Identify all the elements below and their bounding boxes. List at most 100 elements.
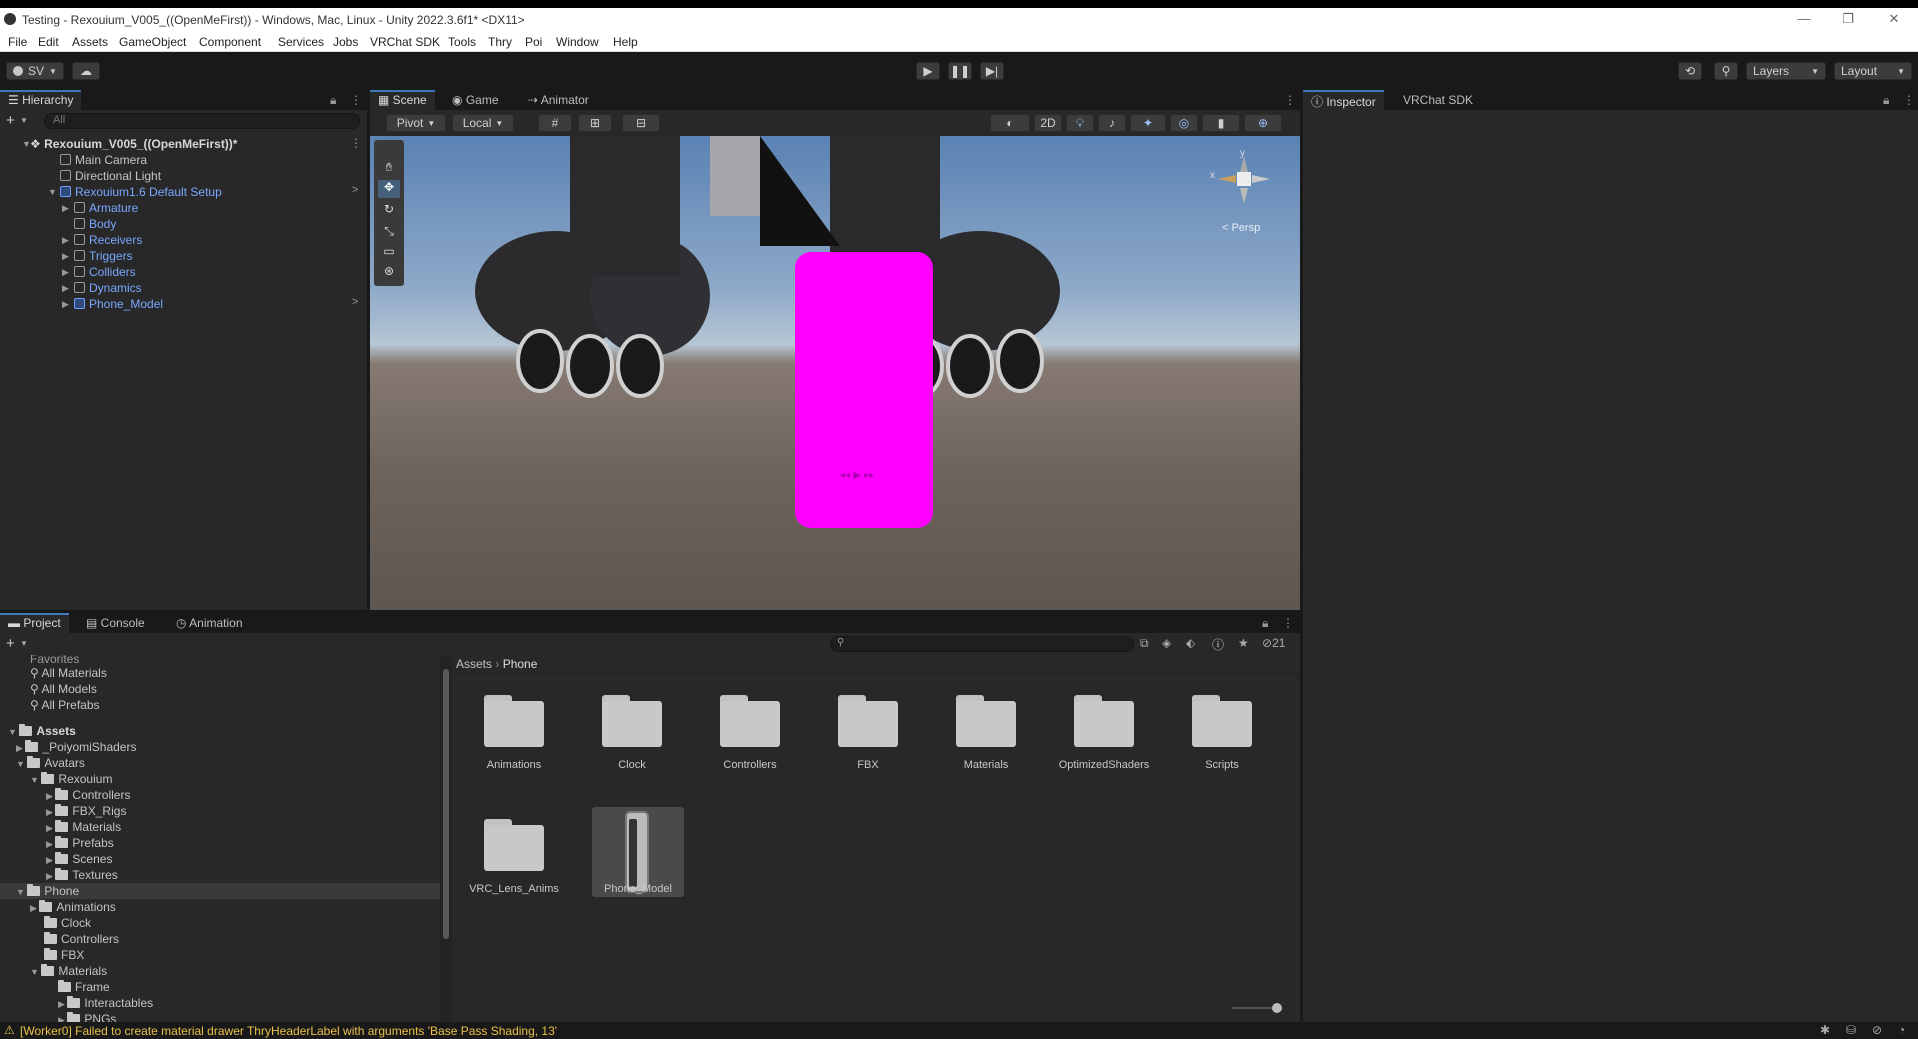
hierarchy-item[interactable]: ▶ Armature: [62, 200, 138, 216]
tab-game[interactable]: ◉ Game: [444, 90, 507, 110]
toggle-2d-button[interactable]: 2D: [1034, 114, 1062, 132]
project-search-input[interactable]: ⚲: [830, 636, 1134, 652]
history-button[interactable]: ⟲: [1678, 62, 1702, 80]
debug-icon[interactable]: ✱: [1820, 1023, 1830, 1037]
expand-arrow-icon[interactable]: ▼: [30, 775, 41, 785]
status-message[interactable]: [Worker0] Failed to create material draw…: [20, 1024, 557, 1038]
tree-item[interactable]: Clock: [44, 915, 91, 931]
tree-scrollbar-thumb[interactable]: [443, 669, 449, 939]
expand-arrow-icon[interactable]: ▼: [22, 136, 31, 152]
expand-arrow-icon[interactable]: ▼: [48, 184, 57, 200]
asset-label[interactable]: FBX: [818, 759, 918, 771]
hierarchy-item[interactable]: ▶ Colliders: [62, 264, 136, 280]
menu-window[interactable]: Window: [556, 35, 599, 49]
menu-services[interactable]: Services: [278, 35, 324, 49]
icon-size-slider-thumb[interactable]: [1272, 1003, 1282, 1013]
pivot-dropdown[interactable]: Pivot ▼: [386, 114, 446, 132]
lock-icon[interactable]: 🔒︎: [1883, 93, 1889, 108]
hierarchy-search-input[interactable]: All: [44, 113, 360, 129]
tree-item[interactable]: Frame: [58, 979, 110, 995]
tab-inspector[interactable]: ⓘ Inspector: [1303, 90, 1384, 110]
step-button[interactable]: ▶|: [980, 62, 1004, 80]
expand-arrow-icon[interactable]: ▶: [46, 791, 55, 801]
layers-dropdown[interactable]: Layers ▼: [1746, 62, 1826, 80]
menu-edit[interactable]: Edit: [38, 35, 59, 49]
rect-tool-icon[interactable]: ▭: [378, 244, 400, 262]
maximize-button[interactable]: ❐: [1828, 11, 1868, 29]
tree-item[interactable]: ▼ Avatars: [16, 755, 85, 771]
expand-arrow-icon[interactable]: ▶: [58, 999, 67, 1009]
menu-component[interactable]: Component: [199, 35, 261, 49]
tab-animator[interactable]: ⇢ Animator: [520, 90, 597, 110]
asset-label[interactable]: OptimizedShaders: [1054, 759, 1154, 771]
expand-arrow-icon[interactable]: ▶: [30, 903, 39, 913]
menu-poi[interactable]: Poi: [525, 35, 542, 49]
tree-item[interactable]: ▶ _PoiyomiShaders: [16, 739, 136, 755]
menu-gameobject[interactable]: GameObject: [119, 35, 186, 49]
tree-item[interactable]: ▶ PNGs: [58, 1011, 116, 1022]
visibility-toggle[interactable]: ◎: [1170, 114, 1198, 132]
network-icon[interactable]: ⊘: [1872, 1023, 1882, 1037]
effects-dropdown[interactable]: ✦: [1130, 114, 1166, 132]
hierarchy-item[interactable]: ▶ Receivers: [62, 232, 142, 248]
asset-label[interactable]: Phone_Model: [588, 883, 688, 895]
more-options-icon[interactable]: ⋮: [1903, 93, 1915, 107]
scale-tool-icon[interactable]: ⤡: [378, 224, 400, 242]
folder-icon[interactable]: [1074, 695, 1134, 747]
menu-assets[interactable]: Assets: [72, 35, 108, 49]
expand-arrow-icon[interactable]: ▼: [16, 759, 27, 769]
tree-item[interactable]: ▶ Textures: [46, 867, 118, 883]
expand-arrow-icon[interactable]: ▶: [46, 823, 55, 833]
asset-label[interactable]: Materials: [936, 759, 1036, 771]
tree-item[interactable]: ▶ Scenes: [46, 851, 112, 867]
tree-item[interactable]: ▶ Interactables: [58, 995, 153, 1011]
hierarchy-item[interactable]: Directional Light: [60, 168, 161, 184]
more-options-icon[interactable]: ⋮: [1284, 93, 1296, 107]
chevron-right-icon[interactable]: >: [352, 296, 358, 308]
expand-arrow-icon[interactable]: ▶: [62, 232, 69, 248]
expand-arrow-icon[interactable]: ▶: [46, 807, 55, 817]
expand-arrow-icon[interactable]: ▶: [46, 839, 55, 849]
expand-arrow-icon[interactable]: ▶: [62, 264, 69, 280]
shading-mode-dropdown[interactable]: ◐: [990, 114, 1030, 132]
tab-animation[interactable]: ◷ Animation: [168, 613, 251, 633]
tree-item[interactable]: ▼ Materials: [30, 963, 107, 979]
audio-toggle[interactable]: ♪: [1098, 114, 1126, 132]
tab-vrchat-sdk[interactable]: VRChat SDK: [1395, 90, 1481, 110]
asset-label[interactable]: Controllers: [700, 759, 800, 771]
star-icon[interactable]: ★: [1238, 636, 1249, 650]
favorite-item[interactable]: ⚲ All Materials: [30, 665, 107, 681]
chevron-right-icon[interactable]: >: [352, 184, 358, 196]
tree-item[interactable]: ▼ Rexouium: [30, 771, 112, 787]
menu-vrchat-sdk[interactable]: VRChat SDK: [370, 35, 440, 49]
camera-dropdown[interactable]: ▮: [1202, 114, 1240, 132]
lighting-toggle[interactable]: 💡︎: [1066, 114, 1094, 132]
add-icon[interactable]: +: [6, 112, 15, 129]
scene-row[interactable]: ▼ ❖ Rexouium_V005_((OpenMeFirst))*: [22, 136, 237, 152]
hierarchy-item[interactable]: ▶ Phone_Model: [62, 296, 163, 312]
transform-tool-icon[interactable]: ⊛: [378, 264, 400, 282]
play-button[interactable]: ▶: [916, 62, 940, 80]
expand-arrow-icon[interactable]: ▼: [8, 727, 19, 737]
folder-icon[interactable]: [484, 819, 544, 871]
folder-icon[interactable]: [720, 695, 780, 747]
asset-label[interactable]: Clock: [582, 759, 682, 771]
lock-icon[interactable]: 🔒︎: [330, 93, 336, 108]
tree-item[interactable]: Controllers: [44, 931, 119, 947]
gizmo-center-cube[interactable]: [1237, 172, 1251, 186]
tab-project[interactable]: ▬ Project: [0, 613, 69, 633]
assets-root[interactable]: ▼ Assets: [8, 723, 76, 739]
cloud-button[interactable]: ☁: [72, 62, 100, 80]
gizmo-neg-y-cone-icon[interactable]: [1240, 188, 1248, 204]
hierarchy-item[interactable]: ▼ Rexouium1.6 Default Setup: [48, 184, 222, 200]
search-by-type-icon[interactable]: ⧉: [1140, 636, 1149, 651]
expand-arrow-icon[interactable]: ▼: [16, 887, 27, 897]
tree-item[interactable]: FBX: [44, 947, 84, 963]
tree-scrollbar[interactable]: [440, 655, 452, 1022]
expand-arrow-icon[interactable]: ▶: [62, 296, 69, 312]
tree-item-selected[interactable]: ▼ Phone: [16, 883, 79, 899]
asset-label[interactable]: Animations: [464, 759, 564, 771]
search-button[interactable]: ⚲: [1714, 62, 1738, 80]
folder-icon[interactable]: [1192, 695, 1252, 747]
asset-label[interactable]: VRC_Lens_Anims: [464, 883, 564, 895]
